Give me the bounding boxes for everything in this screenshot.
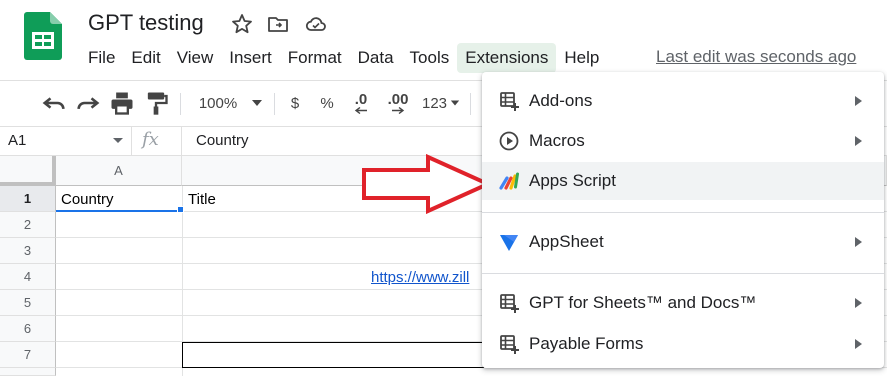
document-title[interactable]: GPT testing [88, 10, 204, 36]
decrease-decimal-button[interactable]: .0 [348, 81, 374, 125]
more-formats-label: 123 [421, 94, 448, 112]
active-cell-border [56, 186, 182, 212]
column-header-a[interactable]: A [56, 156, 182, 186]
increase-decimal-button[interactable]: .00 [382, 81, 414, 125]
formula-input[interactable]: Country [196, 132, 249, 149]
menu-item-label: Payable Forms [529, 334, 644, 353]
row-header-4[interactable]: 4 [0, 264, 56, 290]
extensions-menu: Add-ons Macros Apps Script AppSheet GPT … [482, 72, 884, 368]
toolbar-divider [180, 93, 181, 115]
row-header-5[interactable]: 5 [0, 290, 56, 316]
arrow-right-icon [392, 106, 405, 114]
fx-icon: fx [142, 129, 159, 150]
menu-tools[interactable]: Tools [402, 43, 458, 73]
add-ons-icon [500, 294, 519, 313]
add-ons-icon [500, 335, 519, 354]
menu-item-payable-forms[interactable]: Payable Forms [482, 325, 884, 363]
row-header-7[interactable]: 7 [0, 342, 56, 368]
appsheet-icon [500, 235, 518, 251]
menu-item-label: GPT for Sheets™ and Docs™ [529, 293, 757, 312]
row-header-8[interactable] [0, 368, 56, 376]
menu-item-label: Add-ons [529, 91, 593, 110]
play-circle-icon [499, 131, 519, 151]
menu-file[interactable]: File [80, 43, 123, 73]
cell-b1[interactable]: Title [188, 191, 216, 208]
row-header-3[interactable]: 3 [0, 238, 56, 264]
fill-handle[interactable] [177, 206, 184, 213]
undo-icon[interactable] [40, 81, 68, 125]
cell-link[interactable]: https://www.zill [371, 269, 469, 286]
select-all-corner[interactable] [0, 156, 56, 186]
format-currency-button[interactable]: $ [284, 81, 306, 125]
redo-icon[interactable] [74, 81, 102, 125]
zoom-value: 100% [198, 94, 238, 112]
menu-item-label: Macros [529, 131, 585, 150]
menu-divider [482, 212, 884, 213]
cloud-saved-icon[interactable] [304, 12, 328, 36]
formula-divider [181, 127, 182, 155]
chevron-down-icon [252, 100, 263, 106]
menu-item-gpt-for-sheets[interactable]: GPT for Sheets™ and Docs™ [482, 284, 884, 322]
decrease-decimal-label: .0 [354, 90, 368, 108]
submenu-arrow-icon [855, 237, 862, 247]
submenu-arrow-icon [855, 136, 862, 146]
cell-reference: A1 [8, 132, 27, 149]
menu-item-macros[interactable]: Macros [482, 122, 884, 160]
chevron-down-icon [450, 100, 460, 106]
menu-bar: File Edit View Insert Format Data Tools … [80, 42, 607, 74]
last-edit-link[interactable]: Last edit was seconds ago [656, 47, 856, 67]
sheets-logo-icon[interactable] [24, 12, 62, 60]
row-header-2[interactable]: 2 [0, 212, 56, 238]
menu-divider [482, 273, 884, 274]
print-icon[interactable] [108, 81, 136, 125]
bordered-cell[interactable] [182, 342, 484, 368]
menu-item-add-ons[interactable]: Add-ons [482, 82, 884, 120]
format-percent-button[interactable]: % [316, 81, 338, 125]
zoom-select[interactable]: 100% [192, 81, 270, 125]
submenu-arrow-icon [855, 298, 862, 308]
row-header-1[interactable]: 1 [0, 186, 56, 212]
row-header-6[interactable]: 6 [0, 316, 56, 342]
menu-insert[interactable]: Insert [221, 43, 280, 73]
submenu-arrow-icon [855, 339, 862, 349]
arrow-left-icon [354, 106, 367, 114]
increase-decimal-label: .00 [387, 90, 409, 108]
chevron-down-icon [113, 138, 123, 143]
star-icon[interactable] [230, 12, 254, 36]
menu-extensions[interactable]: Extensions [457, 43, 557, 73]
toolbar-divider [470, 93, 471, 115]
paint-format-icon[interactable] [142, 81, 170, 125]
toolbar-divider [274, 93, 275, 115]
more-formats-button[interactable]: 123 [418, 81, 464, 125]
menu-format[interactable]: Format [280, 43, 350, 73]
menu-edit[interactable]: Edit [123, 43, 168, 73]
menu-view[interactable]: View [169, 43, 222, 73]
submenu-arrow-icon [855, 96, 862, 106]
name-box[interactable]: A1 [0, 127, 132, 155]
add-ons-icon [500, 92, 519, 111]
menu-item-appsheet[interactable]: AppSheet [482, 223, 884, 261]
move-to-folder-icon[interactable] [266, 12, 290, 36]
annotation-arrow-icon [362, 154, 492, 214]
menu-item-label: Apps Script [529, 171, 616, 190]
menu-help[interactable]: Help [556, 43, 607, 73]
menu-item-apps-script[interactable]: Apps Script [482, 162, 884, 200]
menu-item-label: AppSheet [529, 232, 604, 251]
apps-script-icon [499, 172, 519, 190]
menu-data[interactable]: Data [350, 43, 402, 73]
